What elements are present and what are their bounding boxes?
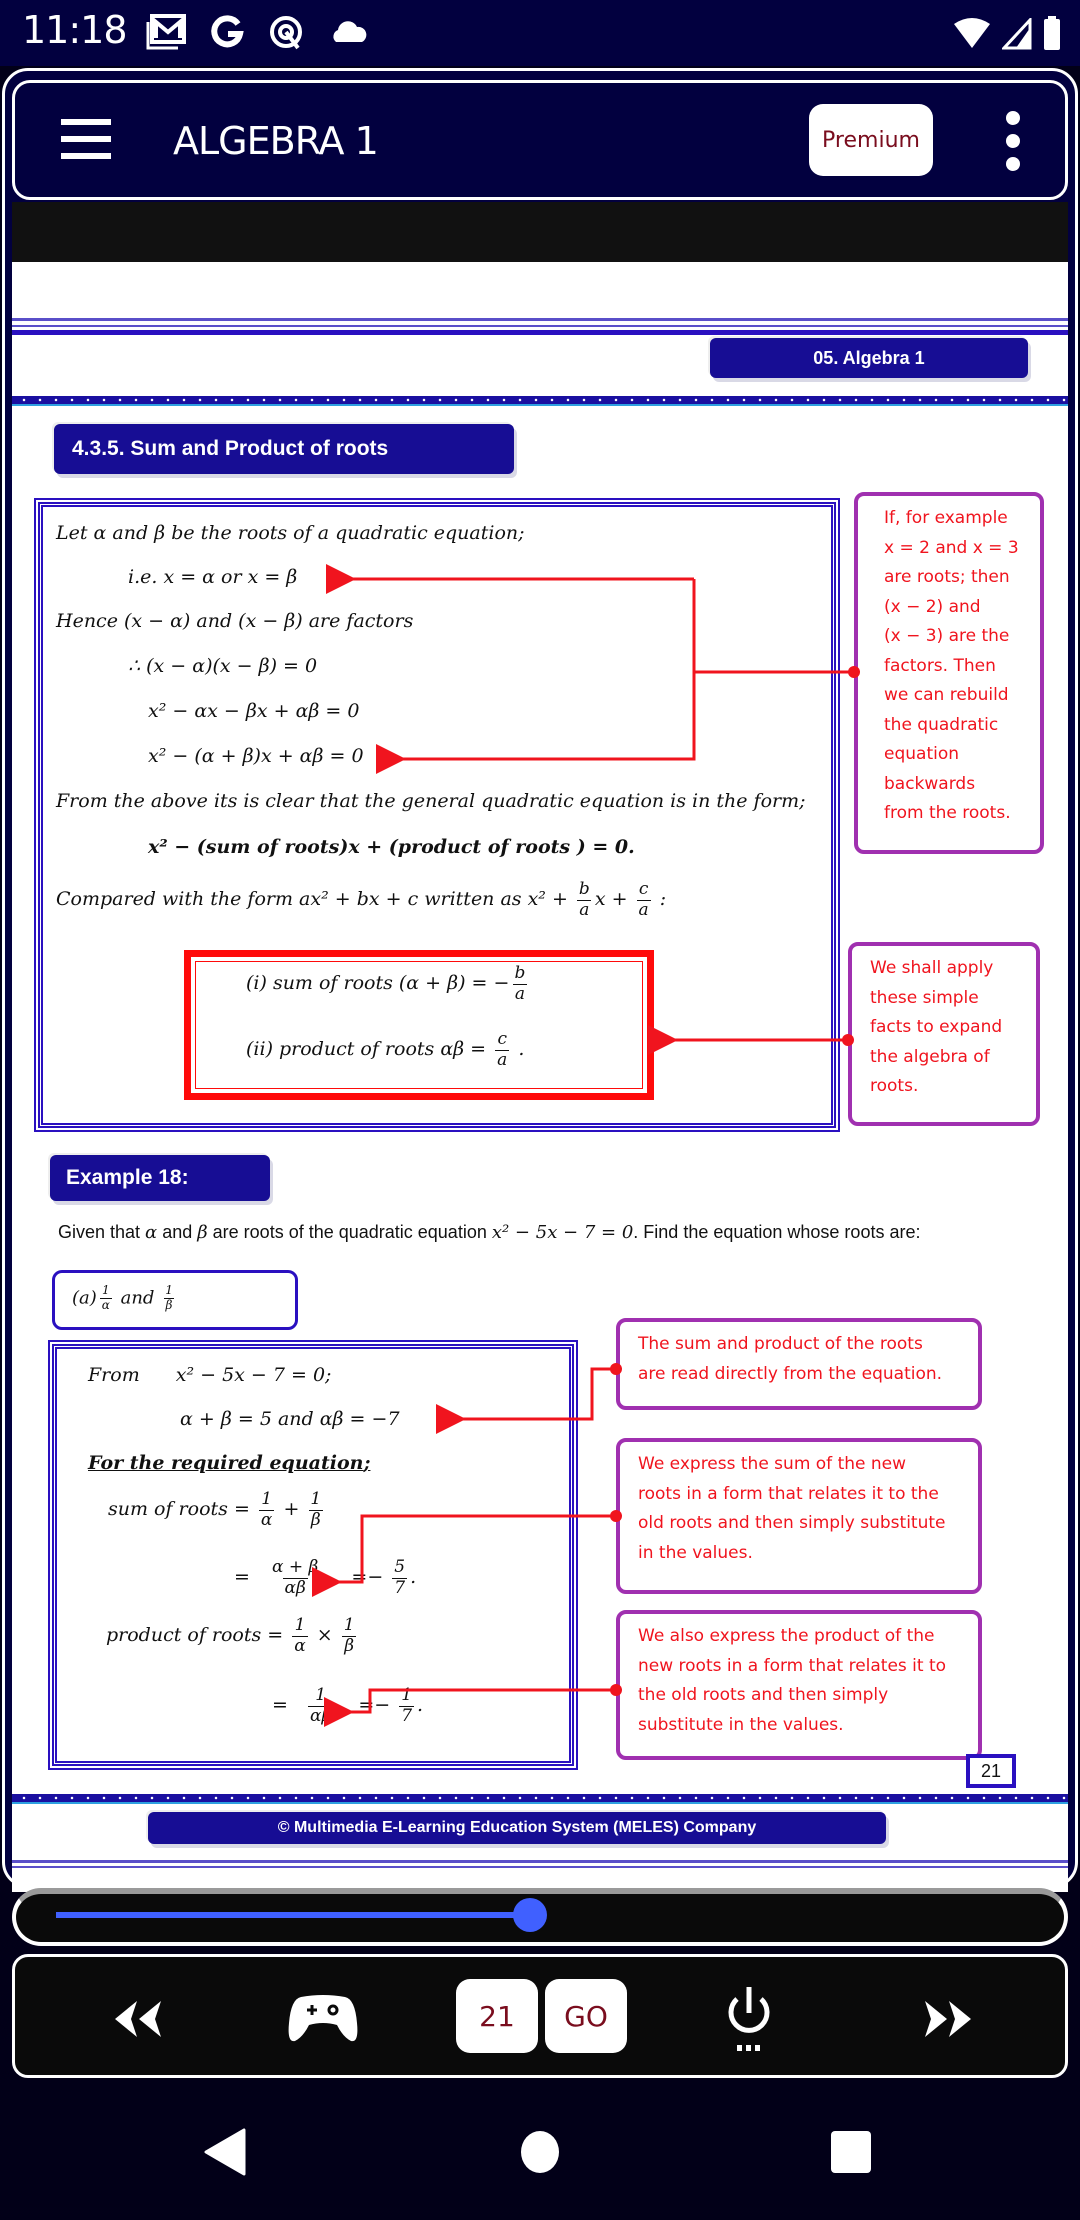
kebab-icon[interactable] [1003,111,1023,171]
status-time: 11:18 [22,8,128,52]
note-line: these simple [870,987,979,1008]
section-title: 4.3.5. Sum and Product of roots [54,424,514,474]
note-line: the quadratic [884,714,999,735]
page-slider[interactable] [12,1888,1068,1946]
page-number-input[interactable]: 21 [456,1979,538,2053]
note-line: the algebra of [870,1046,990,1067]
theory-line-7: From the above its is clear that the gen… [56,790,806,812]
footer-rule [12,1860,1068,1870]
compare-x: x + [594,888,634,911]
note-line: x = 2 and x = 3 [884,537,1019,558]
solution-product-result: = 1 αβ =− 17. [272,1685,424,1726]
theory-line-3: Hence (x − α) and (x − β) are factors [56,610,414,632]
theory-line-6: x² − (α + β)x + αβ = 0 [148,745,364,767]
battery-icon [1044,16,1060,50]
note-line: we can rebuild [884,685,1009,705]
note-line: We shall apply [870,958,994,978]
note-line: If, for example [884,508,1008,528]
note-line: the old roots and then simply [638,1685,889,1705]
page-number: 21 [966,1754,1016,1788]
premium-button[interactable]: Premium [809,104,933,176]
recents-icon[interactable] [830,2130,872,2174]
note-line: We also express the product of the [638,1626,935,1646]
rewind-icon[interactable] [111,1999,167,2039]
solution-from: From x² − 5x − 7 = 0; [88,1364,332,1386]
option-a: (a) 1 α and 1β [72,1283,175,1312]
note-line: are roots; then [884,567,1010,587]
note-line: from the roots. [884,803,1011,823]
note-express-sum: We express the sum of the new roots in a … [616,1438,982,1594]
general-form: x² − (sum of roots)x + (product of roots… [148,836,635,858]
cloud-icon [333,21,367,42]
chapter-label: 05. Algebra 1 [710,338,1028,378]
solution-product-line: product of roots = 1α × 1β [106,1615,357,1656]
footer-copyright: © Multimedia E-Learning Education System… [148,1812,886,1844]
go-button[interactable]: GO [545,1979,627,2053]
note-line: We express the sum of the new [638,1454,907,1474]
slider-track-filled[interactable] [56,1912,530,1918]
fraction-b-over-a: ba [577,879,592,920]
footer-dotted-rule [12,1794,1068,1804]
note-line: substitute in the values. [638,1714,844,1735]
example-question: Given that α and β are roots of the quad… [58,1222,921,1243]
bottom-toolbar: 21 GO [12,1954,1068,2078]
general-form-suffix: ) = 0. [570,836,635,858]
cell-signal-icon [1002,18,1032,50]
note-rebuild-equation: If, for example x = 2 and x = 3 are roots;… [854,492,1044,854]
app-bar: ALGEBRA 1 Premium [12,80,1068,200]
header-rule [12,318,1068,336]
compare-line: Compared with the form ax² + bx + c writ… [56,879,667,920]
theory-line-5: x² − αx − βx + αβ = 0 [148,700,360,722]
note-line: factors. Then [884,655,996,676]
status-bar: 11:18 [0,0,1080,66]
general-form-mid: )x + ( [339,836,398,858]
fast-forward-icon[interactable] [919,1999,975,2039]
note-line: roots. [870,1076,919,1096]
solution-sum-result: = α + β αβ =− 57. [234,1557,417,1598]
note-line: old roots and then simply substitute [638,1513,946,1533]
general-form-product: product of roots [397,836,571,858]
app-title: ALGEBRA 1 [173,119,379,163]
header-dotted-rule [12,396,1068,406]
fraction-c-over-a: ca [636,879,651,920]
wifi-icon [954,18,990,48]
google-icon [211,15,244,48]
hamburger-icon[interactable] [61,119,111,159]
note-line: The sum and product of the roots [638,1334,923,1354]
theory-line-1: Let α and β be the roots of a quadratic … [56,522,525,544]
fact-product: (ii) product of roots αβ = ca . [246,1029,525,1070]
note-line: (x − 2) and [884,596,981,617]
home-icon[interactable] [520,2130,560,2174]
gamepad-icon[interactable] [287,1993,359,2045]
note-line: are read directly from the equation. [638,1363,943,1384]
note-line: equation [884,744,960,764]
vpn-icon [270,16,302,50]
system-nav-bar [0,2086,1080,2220]
note-line: backwards [884,773,976,794]
solution-sum-line: sum of roots = 1α + 1β [108,1489,323,1530]
slider-thumb[interactable] [513,1898,547,1932]
compare-text: Compared with the form ax² + bx + c writ… [56,888,574,911]
note-read-from-equation: The sum and product of the roots are read… [616,1318,982,1410]
note-express-product: We also express the product of the new ro… [616,1610,982,1760]
note-line: in the values. [638,1542,753,1563]
viewer-top-band [12,202,1068,262]
theory-line-4: ∴ (x − α)(x − β) = 0 [128,655,318,677]
note-line: (x − 3) are the [884,626,1010,646]
required-equation-heading: For the required equation; [88,1452,371,1474]
note-line: roots in a form that relates it to the [638,1483,939,1504]
theory-line-2: i.e. x = α or x = β [128,566,298,588]
general-form-sum: sum of roots [205,836,340,858]
general-form-prefix: x² − ( [148,836,206,858]
note-apply-facts: We shall apply these simple facts to expan… [848,942,1040,1126]
back-icon[interactable] [204,2128,246,2176]
solution-sum-product: α + β = 5 and αβ = −7 [180,1408,400,1430]
note-line: new roots in a form that relates it to [638,1655,947,1676]
gmail-icon [146,14,186,50]
note-line: facts to expand [870,1017,1003,1037]
fact-sum: (i) sum of roots (α + β) = − b a [246,963,527,1004]
power-icon[interactable] [721,1985,777,2055]
example-title: Example 18: [50,1155,270,1201]
book-page: 05. Algebra 1 4.3.5. Sum and Product of … [12,262,1068,1892]
